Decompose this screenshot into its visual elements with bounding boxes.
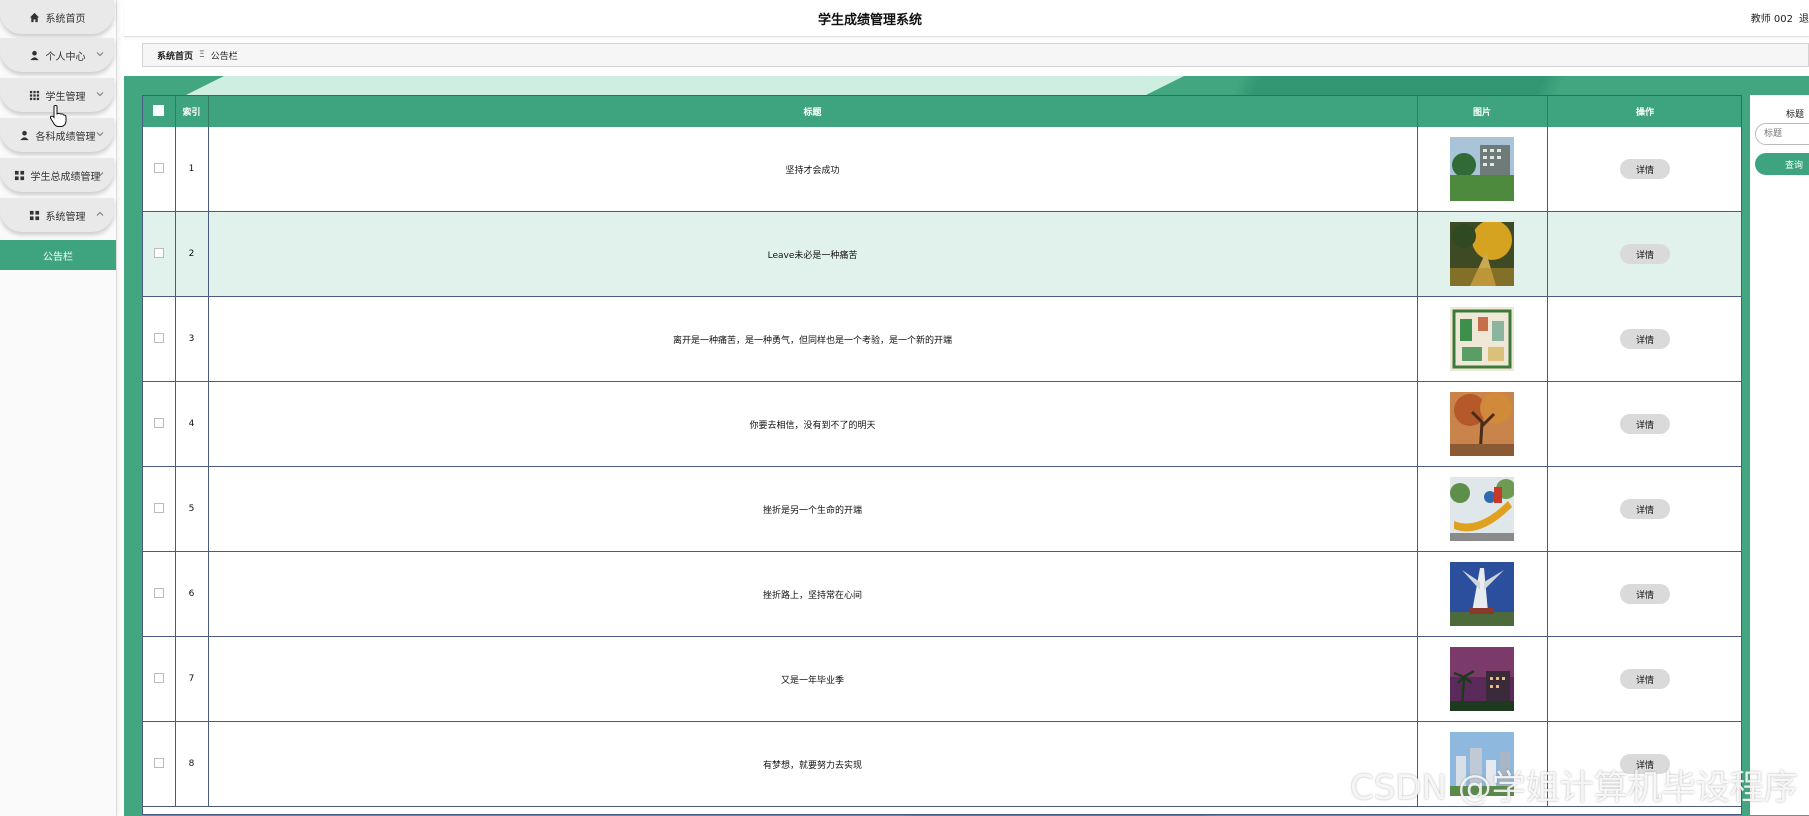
row-checkbox[interactable]: [153, 502, 164, 513]
city-view-image[interactable]: [1450, 732, 1514, 796]
table-row: 1 坚持才会成功 详情: [143, 127, 1741, 212]
breadcrumb-home[interactable]: 系统首页: [157, 49, 193, 62]
sidebar-item-total-score-management[interactable]: 学生总成绩管理: [0, 158, 114, 192]
table-row: 6 挫折路上，坚持常在心间 详情: [143, 551, 1741, 637]
select-all-checkbox[interactable]: [153, 104, 165, 116]
sidebar-item-home[interactable]: 系统首页: [0, 0, 114, 34]
row-title: Leave未必是一种痛苦: [208, 211, 1418, 297]
row-checkbox[interactable]: [153, 332, 164, 343]
chevron-up-icon: [96, 211, 104, 216]
detail-button[interactable]: 详情: [1620, 159, 1670, 179]
row-checkbox[interactable]: [153, 247, 164, 258]
sculpture-image[interactable]: [1450, 477, 1514, 541]
table-row: 2 Leave未必是一种痛苦 详情: [143, 211, 1741, 297]
autumn-tree-image[interactable]: [1450, 392, 1514, 456]
user-name: 教师 002: [1750, 14, 1793, 25]
column-header-action: 操作: [1547, 96, 1741, 127]
column-header-index: 索引: [175, 96, 209, 127]
sidebar-item-label: 系统首页: [45, 13, 86, 25]
campus-building-image[interactable]: [1450, 137, 1514, 201]
table-row: 4 你要去相信，没有到不了的明天 详情: [143, 381, 1741, 467]
home-icon: [29, 11, 41, 23]
detail-button[interactable]: 详情: [1620, 754, 1670, 774]
apps-icon: [29, 209, 41, 221]
row-checkbox[interactable]: [153, 672, 164, 683]
row-title: 坚持才会成功: [208, 127, 1418, 212]
chevron-down-icon: [96, 52, 104, 57]
column-header-image: 图片: [1417, 96, 1548, 127]
row-checkbox[interactable]: [153, 587, 164, 598]
row-title: 离开是一种痛苦，是一种勇气，但同样也是一个考验，是一个新的开端: [208, 296, 1418, 382]
row-title: 又是一年毕业季: [208, 636, 1418, 722]
detail-button[interactable]: 详情: [1620, 669, 1670, 689]
detail-button[interactable]: 详情: [1620, 329, 1670, 349]
garden-plan-image[interactable]: [1450, 307, 1514, 371]
chevron-down-icon: [96, 92, 104, 97]
search-button[interactable]: 查询: [1755, 153, 1809, 175]
detail-button[interactable]: 详情: [1620, 244, 1670, 264]
row-title: 挫折路上，坚持常在心间: [208, 551, 1418, 637]
chevron-down-icon: [96, 132, 104, 137]
row-index: 3: [175, 296, 209, 382]
apps-icon: [14, 169, 26, 181]
title-search-input[interactable]: [1755, 123, 1809, 145]
row-checkbox[interactable]: [153, 757, 164, 768]
row-title: 你要去相信，没有到不了的明天: [208, 381, 1418, 467]
table-row: 5 挫折是另一个生命的开端 详情: [143, 466, 1741, 552]
breadcrumb-current: 公告栏: [210, 51, 238, 62]
row-title: 挫折是另一个生命的开端: [208, 466, 1418, 552]
row-index: 1: [175, 127, 209, 212]
sidebar-item-label: 个人中心: [45, 51, 86, 63]
sidebar-item-label: 学生总成绩管理: [30, 171, 101, 183]
column-header-title: 标题: [208, 96, 1418, 127]
sidebar-item-label: 学生管理: [45, 91, 86, 103]
dusk-campus-image[interactable]: [1450, 647, 1514, 711]
ginkgo-path-image[interactable]: [1450, 222, 1514, 286]
row-index: 5: [175, 466, 209, 552]
chevron-down-icon: [96, 172, 104, 177]
search-panel: 标题 查询: [1750, 95, 1809, 815]
detail-button[interactable]: 详情: [1620, 584, 1670, 604]
sidebar-item-personal-center[interactable]: 个人中心: [0, 38, 114, 72]
table-header-row: 索引 标题 图片 操作: [143, 96, 1741, 127]
row-checkbox[interactable]: [153, 162, 164, 173]
sidebar-subitem-notice-board[interactable]: 公告栏: [0, 240, 116, 270]
grid-icon: [29, 89, 41, 101]
hand-cursor-icon: [49, 105, 67, 127]
row-index: 6: [175, 551, 209, 637]
row-index: 7: [175, 636, 209, 722]
detail-button[interactable]: 详情: [1620, 499, 1670, 519]
user-icon: [29, 49, 41, 61]
table-row: 3 离开是一种痛苦，是一种勇气，但同样也是一个考验，是一个新的开端 详情: [143, 296, 1741, 382]
select-all-header[interactable]: [143, 96, 176, 127]
user-icon: [19, 129, 31, 141]
table-row: 8 有梦想，就要努力去实现 详情: [143, 721, 1741, 807]
monument-image[interactable]: [1450, 562, 1514, 626]
notice-table: 索引 标题 图片 操作 1 坚持才会成功 详情 2 Leave未必是一种痛苦 详…: [142, 95, 1742, 815]
top-header: 教师 002 退: [124, 0, 1809, 37]
user-info: 教师 002 退: [1751, 10, 1809, 25]
search-label: 标题: [1786, 110, 1805, 120]
logout-link[interactable]: 退: [1799, 14, 1809, 25]
row-title: 有梦想，就要努力去实现: [208, 721, 1418, 807]
row-index: 2: [175, 211, 209, 297]
detail-button[interactable]: 详情: [1620, 414, 1670, 434]
sidebar-item-system-management[interactable]: 系统管理: [0, 198, 114, 232]
sidebar-subitem-label: 公告栏: [43, 251, 73, 263]
breadcrumb: 系统首页 Ξ 公告栏: [142, 43, 1809, 67]
breadcrumb-separator: Ξ: [199, 50, 205, 60]
sidebar: 系统首页 个人中心 学生管理 各科成绩管理 学生总成绩管理 系统管理 公告栏: [0, 0, 117, 816]
row-index: 4: [175, 381, 209, 467]
sidebar-item-label: 系统管理: [45, 211, 86, 223]
sidebar-item-label: 各科成绩管理: [35, 131, 96, 143]
row-checkbox[interactable]: [153, 417, 164, 428]
table-row: 7 又是一年毕业季 详情: [143, 636, 1741, 722]
row-index: 8: [175, 721, 209, 807]
